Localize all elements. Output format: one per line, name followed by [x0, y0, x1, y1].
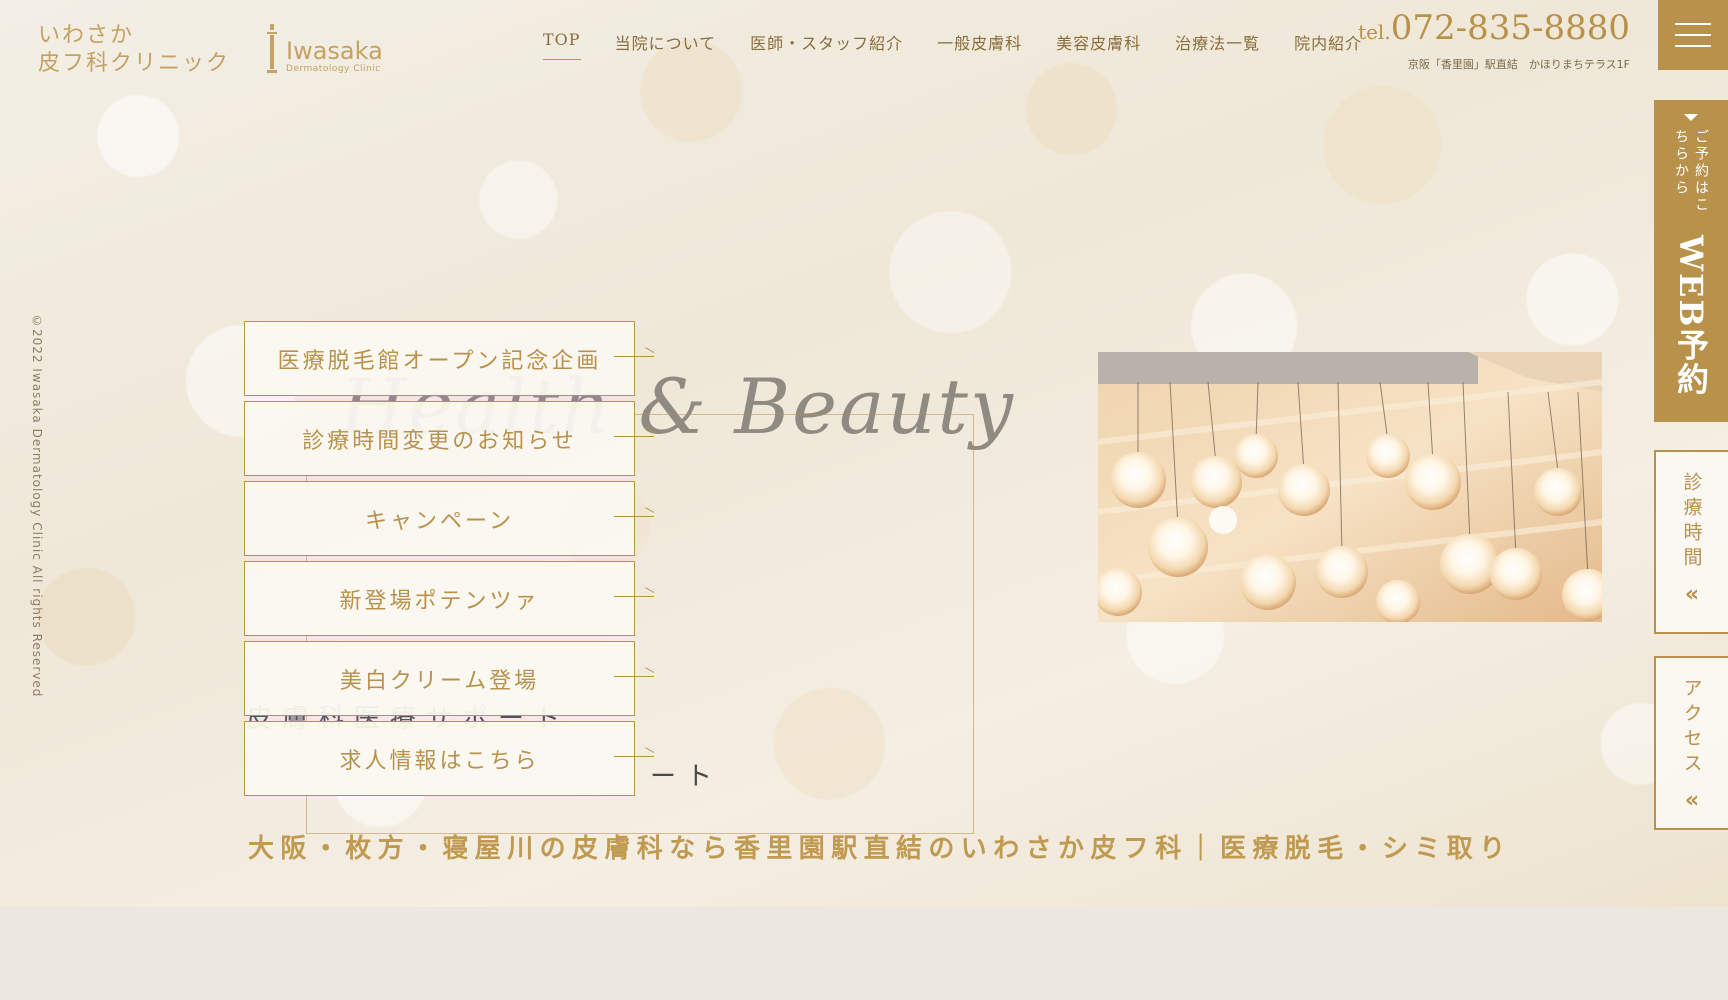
arrow-right-icon: [614, 436, 654, 437]
nav-general-dermatology[interactable]: 一般皮膚科: [937, 30, 1022, 60]
arrow-right-icon: [614, 756, 654, 757]
notice-hair-removal-opening[interactable]: 医療脱毛館オープン記念企画: [244, 321, 654, 396]
pillar-icon: [267, 24, 278, 73]
clinic-logo[interactable]: いわさか 皮フ科クリニック Iwasaka Dermatology Clinic: [38, 22, 383, 78]
phone-block[interactable]: tel.072-835-8880 京阪「香里園」駅直結 かほりまちテラス1F: [1358, 6, 1630, 72]
phone-number[interactable]: tel.072-835-8880: [1358, 6, 1630, 54]
logo-jp-line1: いわさか: [38, 23, 135, 48]
clinic-interior-photo: [1098, 352, 1602, 622]
pendant-lights-image: [1098, 352, 1602, 622]
menu-line-icon: [1675, 34, 1711, 36]
copyright: ©2022 Iwasaka Dermatology Clinic All rig…: [30, 314, 44, 698]
notice-label: 医療脱毛館オープン記念企画: [277, 348, 602, 374]
notice-hours-change[interactable]: 診療時間変更のお知らせ: [244, 401, 654, 476]
notice-label: 診療時間変更のお知らせ: [302, 428, 577, 454]
hero-partial-line2: ート: [650, 762, 723, 792]
clinic-address: 京阪「香里園」駅直結 かほりまちテラス1F: [1407, 58, 1630, 71]
arrow-right-icon: [614, 356, 654, 357]
nav-about[interactable]: 当院について: [615, 30, 717, 60]
phone-prefix: tel.: [1358, 20, 1391, 44]
access-tab[interactable]: アクセス «: [1654, 656, 1728, 830]
notice-whitening-cream[interactable]: 美白クリーム登場: [244, 641, 654, 716]
nav-cosmetic-dermatology[interactable]: 美容皮膚科: [1056, 30, 1141, 60]
notice-label: キャンペーン: [365, 508, 514, 534]
double-chevron-left-icon: «: [1684, 788, 1700, 813]
access-label: アクセス: [1680, 678, 1703, 778]
notice-list: 医療脱毛館オープン記念企画 診療時間変更のお知らせ キャンペーン 新登場ポテンツ…: [244, 321, 654, 801]
notice-label: 美白クリーム登場: [339, 668, 540, 694]
notice-potenza[interactable]: 新登場ポテンツァ: [244, 561, 654, 636]
office-hours-label: 診療時間: [1680, 472, 1703, 572]
logo-jp-line2: 皮フ科クリニック: [38, 51, 231, 76]
logo-english: Iwasaka: [286, 37, 383, 65]
arrow-right-icon: [614, 516, 654, 517]
nav-clinic-tour[interactable]: 院内紹介: [1294, 30, 1362, 60]
web-reservation-caption: ご予約はこちらから: [1673, 129, 1709, 214]
menu-line-icon: [1675, 23, 1711, 25]
arrow-right-icon: [614, 676, 654, 677]
phone-digits: 072-835-8880: [1390, 8, 1630, 48]
web-reservation-tab[interactable]: ご予約はこちらから WEB予約: [1654, 100, 1728, 422]
logo-mark: Iwasaka Dermatology Clinic: [266, 24, 383, 74]
notice-label: 求人情報はこちら: [339, 748, 540, 774]
main-nav: TOP 当院について 医師・スタッフ紹介 一般皮膚科 美容皮膚科 治療法一覧 院…: [543, 30, 1396, 60]
nav-staff[interactable]: 医師・スタッフ紹介: [750, 30, 903, 60]
menu-line-icon: [1675, 45, 1711, 47]
arrow-right-icon: [614, 596, 654, 597]
logo-japanese: いわさか 皮フ科クリニック: [38, 22, 230, 78]
nav-treatments[interactable]: 治療法一覧: [1175, 30, 1260, 60]
triangle-down-icon: [1684, 114, 1698, 121]
nav-top[interactable]: TOP: [543, 30, 581, 60]
logo-english-sub: Dermatology Clinic: [286, 64, 381, 74]
office-hours-tab[interactable]: 診療時間 «: [1654, 450, 1728, 634]
notice-label: 新登場ポテンツァ: [339, 588, 540, 614]
hero-tagline: 大阪・枚方・寝屋川の皮膚科なら香里園駅直結のいわさか皮フ科｜医療脱毛・シミ取り: [248, 834, 1512, 864]
notice-campaign[interactable]: キャンペーン: [244, 481, 654, 556]
double-chevron-left-icon: «: [1684, 582, 1700, 607]
web-reservation-label: WEB予約: [1672, 235, 1710, 397]
hamburger-menu-button[interactable]: [1658, 0, 1728, 70]
notice-recruitment[interactable]: 求人情報はこちら: [244, 721, 654, 796]
